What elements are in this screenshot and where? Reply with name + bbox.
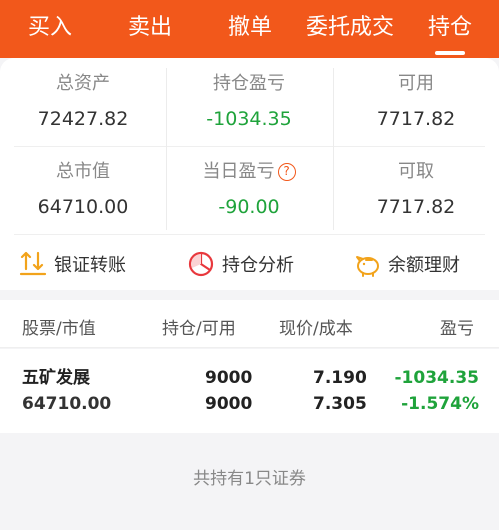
divider — [333, 68, 334, 230]
daily-pl-label-row: 当日盈亏? — [166, 160, 332, 184]
table-row[interactable]: 五矿发展 64710.00 9000 9000 7.190 7.305 -103… — [0, 349, 499, 433]
withdrawable-label: 可取 — [398, 161, 434, 182]
tab-positions[interactable]: 持仓 — [410, 0, 490, 58]
market-value-label: 总市值 — [56, 161, 110, 182]
total-assets-value: 72427.82 — [37, 108, 129, 130]
position-analysis-button[interactable]: 持仓分析 — [186, 246, 294, 282]
available-value: 7717.82 — [376, 108, 456, 130]
tab-orders[interactable]: 委托成交 — [298, 0, 402, 58]
daily-pl: 当日盈亏? -90.00 — [166, 160, 332, 220]
stock-pl: -1034.35 — [394, 368, 480, 388]
bank-transfer-button[interactable]: 银证转账 — [18, 246, 126, 282]
position-pl-label: 持仓盈亏 — [213, 73, 285, 94]
stock-available: 9000 — [205, 394, 253, 414]
divider — [0, 347, 499, 348]
stock-position: 9000 — [205, 368, 253, 388]
tab-cancel[interactable]: 撤单 — [210, 0, 290, 58]
header-position-available: 持仓/可用 — [162, 319, 236, 339]
stock-price: 7.190 — [313, 368, 367, 388]
tab-buy[interactable]: 买入 — [10, 0, 90, 58]
divider — [14, 146, 485, 147]
daily-pl-value: -90.00 — [218, 196, 280, 218]
market-value-value: 64710.00 — [37, 196, 129, 218]
withdrawable-value: 7717.82 — [376, 196, 456, 218]
total-assets-label: 总资产 — [56, 73, 110, 94]
header-profit-loss: 盈亏 — [440, 319, 474, 339]
header-stock-value: 股票/市值 — [22, 319, 96, 339]
available-label: 可用 — [398, 73, 434, 94]
position-pl: 持仓盈亏 -1034.35 — [166, 72, 332, 132]
account-summary-card: 总资产 72427.82 持仓盈亏 -1034.35 可用 7717.82 总市… — [0, 58, 499, 290]
position-analysis-label: 持仓分析 — [222, 255, 294, 276]
pie-chart-icon — [188, 251, 214, 277]
divider — [166, 68, 167, 230]
stock-name: 五矿发展 — [22, 368, 90, 388]
bank-transfer-label: 银证转账 — [54, 255, 126, 276]
piggy-bank-icon — [356, 256, 379, 277]
position-pl-value: -1034.35 — [206, 108, 292, 130]
divider — [14, 234, 485, 235]
total-assets: 总资产 72427.82 — [0, 72, 166, 132]
transfer-arrows-icon — [19, 251, 47, 276]
balance-finance-label: 余额理财 — [388, 255, 460, 276]
withdrawable-funds: 可取 7717.82 — [333, 160, 499, 220]
available-funds: 可用 7717.82 — [333, 72, 499, 132]
stock-cost: 7.305 — [313, 394, 367, 414]
top-tab-bar: 买入 卖出 撤单 委托成交 持仓 — [0, 0, 499, 58]
market-value: 总市值 64710.00 — [0, 160, 166, 220]
tab-sell[interactable]: 卖出 — [110, 0, 190, 58]
holdings-count-footer: 共持有1只证券 — [193, 469, 306, 489]
stock-market-value: 64710.00 — [22, 394, 112, 414]
balance-finance-button[interactable]: 余额理财 — [352, 246, 460, 282]
holdings-table-header: 股票/市值 持仓/可用 现价/成本 盈亏 — [0, 300, 499, 348]
stock-pl-percent: -1.574% — [401, 394, 479, 414]
help-icon[interactable]: ? — [277, 163, 296, 181]
header-price-cost: 现价/成本 — [279, 319, 353, 339]
daily-pl-label: 当日盈亏 — [202, 161, 275, 182]
